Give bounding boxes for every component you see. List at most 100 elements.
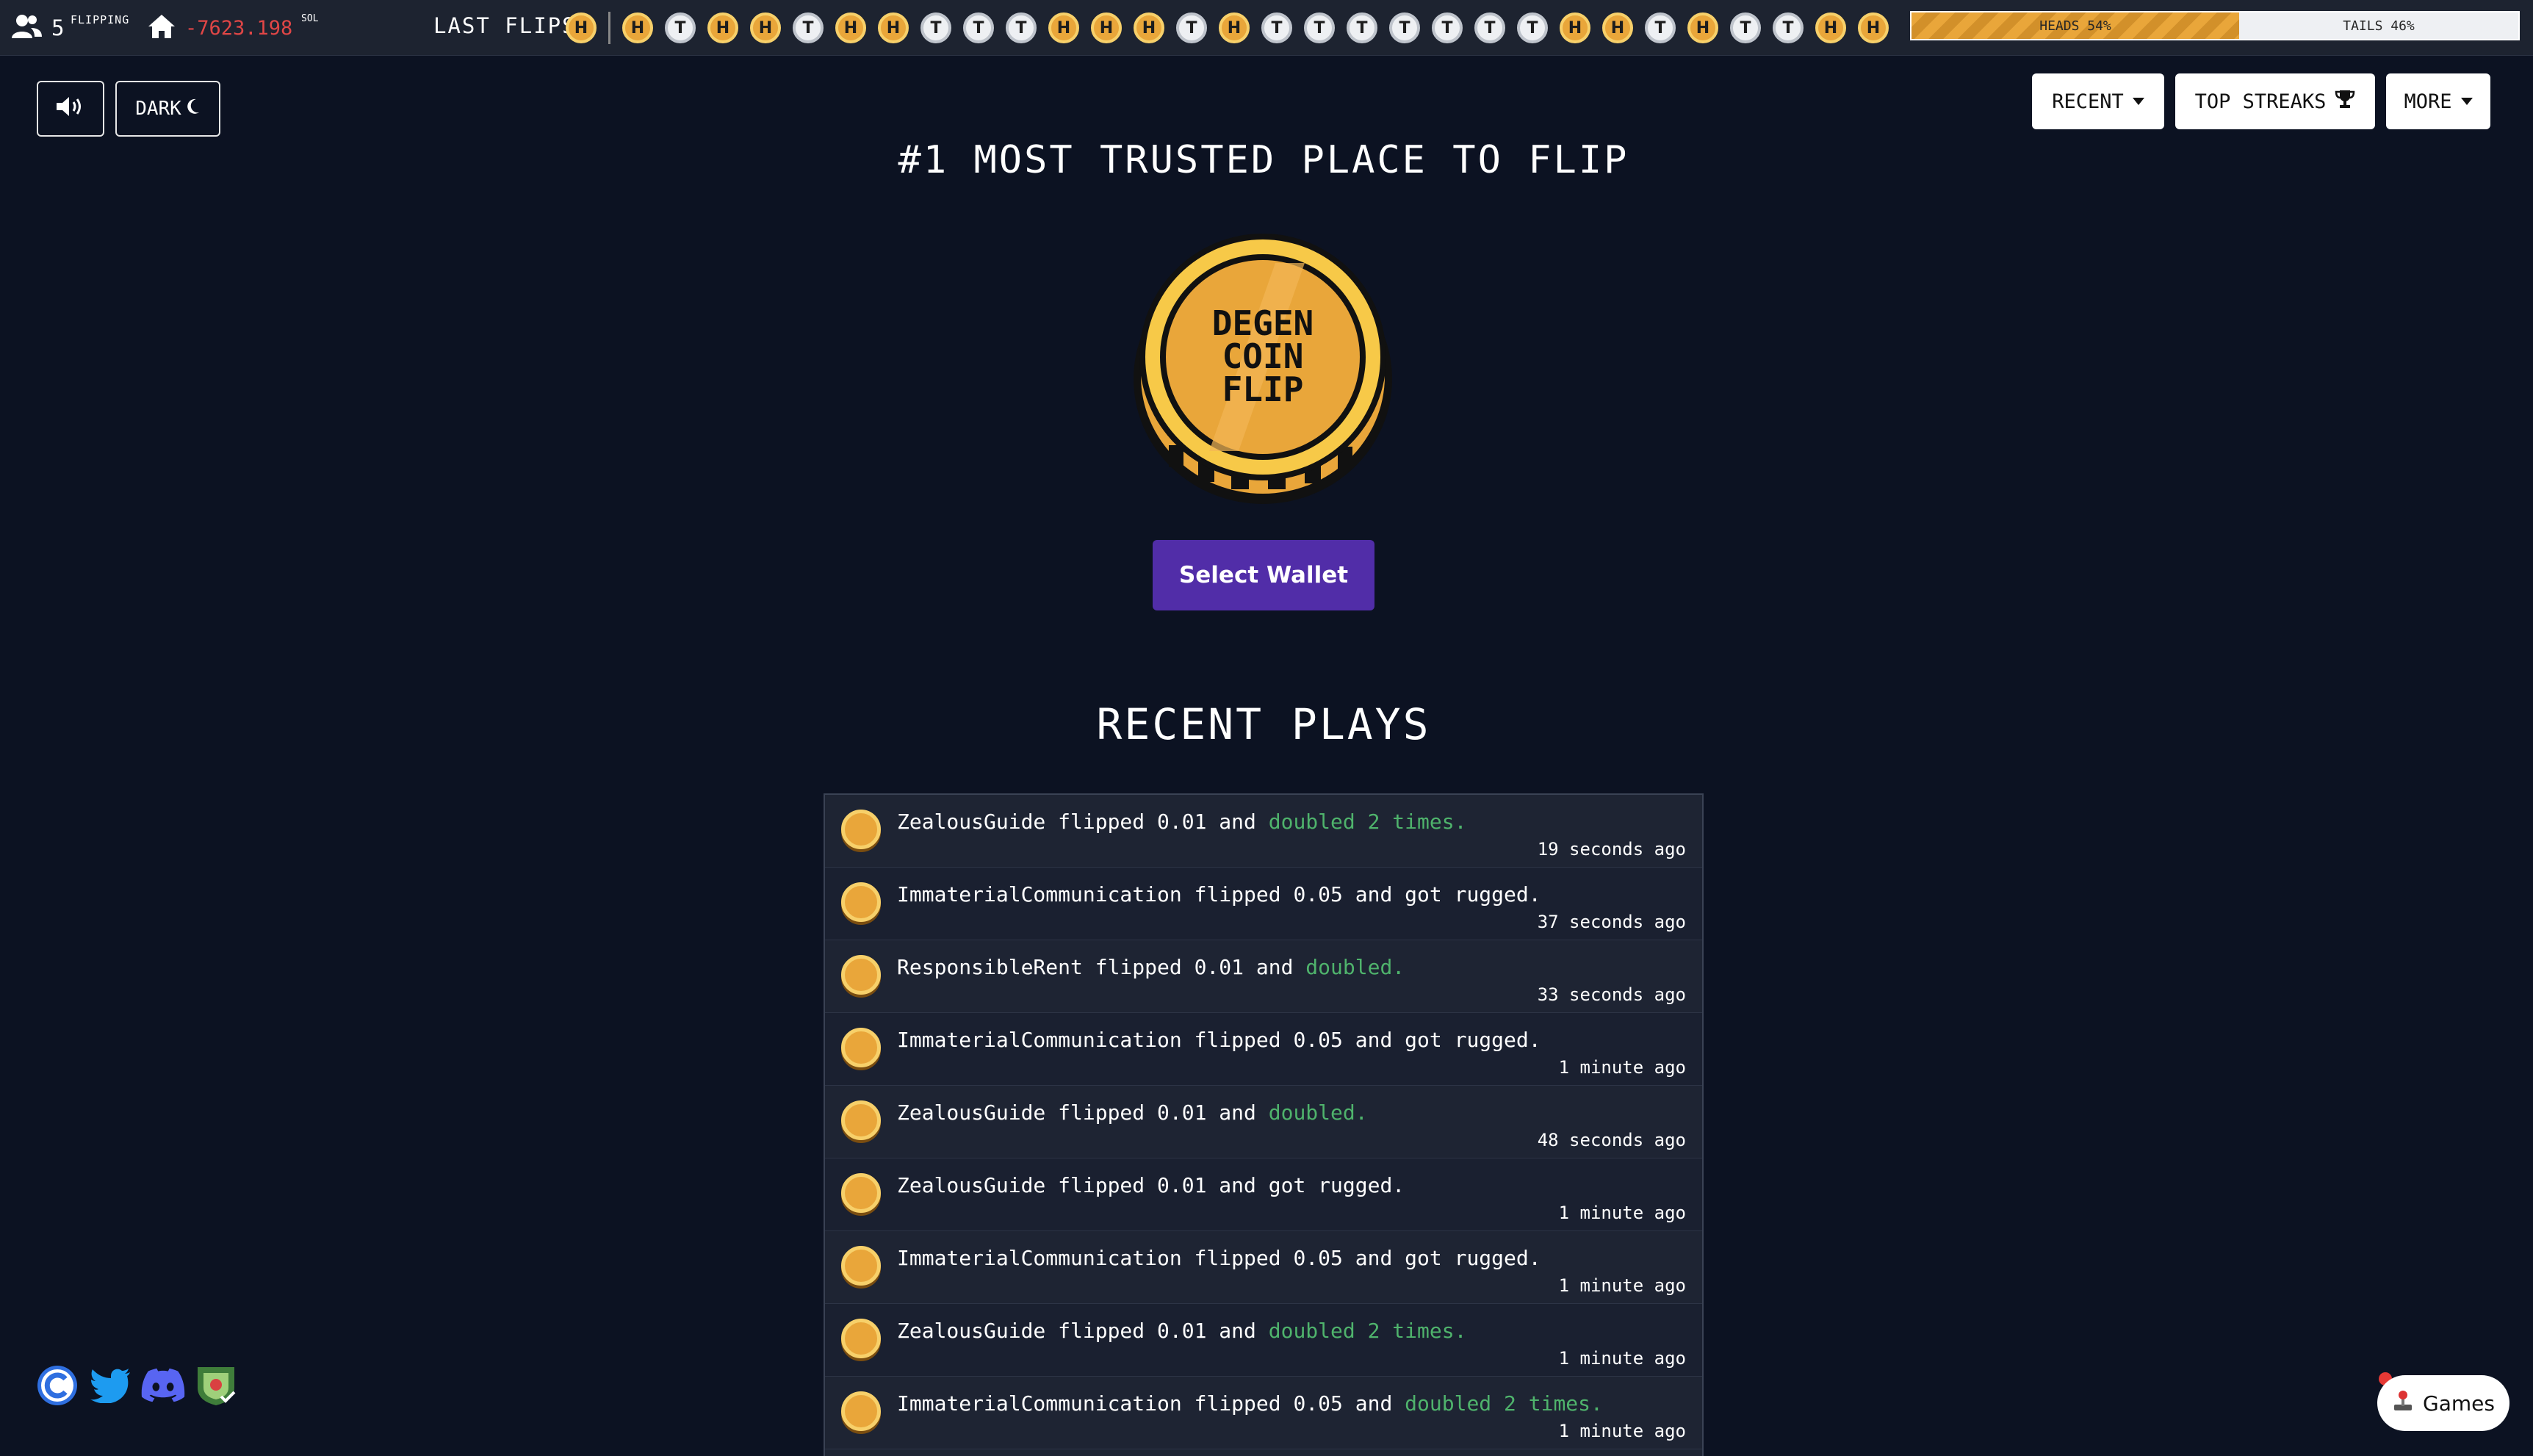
coin-icon — [841, 955, 881, 995]
tails-coin-icon: T — [1645, 12, 1676, 43]
select-wallet-button[interactable]: Select Wallet — [1153, 540, 1374, 610]
play-row: ZealousGuide flipped 0.01 and doubled 2 … — [825, 1304, 1702, 1377]
tails-coin-icon: T — [1389, 12, 1420, 43]
play-text: ImmaterialCommunication flipped 0.05 and… — [897, 1028, 1541, 1052]
play-description: ZealousGuide flipped 0.01 and got rugged… — [897, 1173, 1405, 1197]
joystick-icon — [2392, 1390, 2414, 1417]
heads-coin-icon: H — [1134, 12, 1164, 43]
heads-coin-icon: H — [1602, 12, 1633, 43]
dark-mode-label: DARK — [135, 98, 181, 120]
trophy-icon — [2335, 89, 2355, 115]
tails-coin-icon: T — [1304, 12, 1335, 43]
heads-coin-icon: H — [1091, 12, 1122, 43]
coin-icon — [841, 1319, 881, 1358]
play-text: ImmaterialCommunication flipped 0.05 and… — [897, 882, 1541, 907]
coin-text-flip: FLIP — [1222, 370, 1304, 409]
heads-coin-icon: H — [750, 12, 781, 43]
shield-badge-icon[interactable] — [194, 1363, 238, 1408]
heads-coin-icon: H — [1687, 12, 1718, 43]
more-label: MORE — [2404, 90, 2452, 113]
tails-coin-icon: T — [665, 12, 696, 43]
play-timestamp: 33 seconds ago — [1537, 984, 1686, 1005]
tails-coin-icon: T — [1432, 12, 1463, 43]
tails-coin-icon: T — [1730, 12, 1761, 43]
tails-coin-icon: T — [1773, 12, 1804, 43]
play-description: ImmaterialCommunication flipped 0.05 and… — [897, 1246, 1541, 1270]
play-text: ZealousGuide flipped 0.01 and got rugged… — [897, 1173, 1405, 1197]
coin-icon — [841, 810, 881, 849]
top-streaks-label: TOP STREAKS — [2194, 90, 2327, 113]
play-row: ImmaterialCommunication flipped 0.05 and… — [825, 1013, 1702, 1086]
caret-down-icon — [2132, 98, 2144, 105]
tails-coin-icon: T — [963, 12, 994, 43]
users-icon — [10, 13, 43, 43]
coin-icon — [841, 1173, 881, 1213]
top-streaks-button[interactable]: TOP STREAKS — [2175, 73, 2375, 129]
play-timestamp: 1 minute ago — [1558, 1057, 1686, 1078]
play-text: ImmaterialCommunication flipped 0.05 and… — [897, 1246, 1541, 1270]
heads-coin-icon: H — [1858, 12, 1889, 43]
heads-coin-icon: H — [1815, 12, 1846, 43]
home-icon — [147, 13, 176, 43]
tails-coin-icon: T — [920, 12, 951, 43]
social-links — [35, 1363, 247, 1408]
more-dropdown-button[interactable]: MORE — [2386, 73, 2490, 129]
coin-icon — [841, 1100, 881, 1140]
recent-plays-title: RECENT PLAYS — [1096, 699, 1431, 749]
last-flips-list: HHTHHTHHTTTHHHTHTTTTTTTHHTHTTHH — [566, 10, 1900, 46]
play-timestamp: 1 minute ago — [1558, 1421, 1686, 1441]
last-flips-label: LAST FLIPS — [433, 13, 577, 38]
play-row: ResponsibleRent flipped 0.01 and doubled… — [825, 940, 1702, 1013]
tails-coin-icon: T — [1176, 12, 1207, 43]
coin-icon — [841, 1246, 881, 1286]
caret-down-icon — [2460, 98, 2473, 105]
play-text: ResponsibleRent flipped 0.01 and — [897, 955, 1306, 979]
play-timestamp: 1 minute ago — [1558, 1275, 1686, 1296]
tails-ratio: TAILS 46% — [2239, 12, 2518, 39]
heads-coin-icon: H — [835, 12, 866, 43]
twitter-icon[interactable] — [88, 1363, 132, 1408]
tails-coin-icon: T — [1474, 12, 1505, 43]
play-row: ZealousGuide flipped 0.01 and doubled 2 … — [825, 795, 1702, 868]
recent-label: RECENT — [2052, 90, 2124, 113]
play-row: ZealousGuide flipped 0.01 and doubled. 48… — [825, 1086, 1702, 1158]
moon-icon — [186, 98, 201, 120]
play-timestamp: 1 minute ago — [1558, 1203, 1686, 1223]
play-result: doubled 2 times. — [1268, 1319, 1467, 1343]
balance-value: -7623.198 — [185, 16, 293, 40]
recent-plays-list: ZealousGuide flipped 0.01 and doubled 2 … — [824, 793, 1704, 1456]
dark-mode-toggle-button[interactable]: DARK — [115, 81, 220, 137]
flipping-count: 5 — [51, 15, 65, 40]
play-timestamp: 1 minute ago — [1558, 1348, 1686, 1369]
sound-toggle-button[interactable] — [37, 81, 104, 137]
heads-coin-icon: H — [878, 12, 909, 43]
degen-coin-flip-logo[interactable]: DEGEN COIN FLIP — [1128, 232, 1397, 508]
heads-coin-icon: H — [1048, 12, 1079, 43]
play-timestamp: 48 seconds ago — [1537, 1130, 1686, 1150]
play-row: ImmaterialCommunication flipped 0.05 and… — [825, 1231, 1702, 1304]
discord-icon[interactable] — [141, 1363, 185, 1408]
page-headline: #1 MOST TRUSTED PLACE TO FLIP — [898, 138, 1629, 182]
speaker-icon — [55, 95, 86, 123]
flipping-label: FLIPPING — [71, 13, 130, 26]
play-description: ZealousGuide flipped 0.01 and doubled. — [897, 1100, 1368, 1125]
play-description: ZealousGuide flipped 0.01 and doubled 2 … — [897, 1319, 1466, 1343]
heads-coin-icon: H — [566, 12, 597, 43]
play-result: doubled. — [1305, 955, 1405, 979]
coin-icon — [841, 1028, 881, 1067]
house-balance: -7623.198 SOL — [147, 12, 318, 44]
play-description: ImmaterialCommunication flipped 0.05 and… — [897, 1028, 1541, 1052]
play-result: doubled 2 times. — [1405, 1391, 1603, 1416]
tails-coin-icon: T — [1006, 12, 1037, 43]
tails-coin-icon: T — [1347, 12, 1377, 43]
recent-dropdown-button[interactable]: RECENT — [2032, 73, 2164, 129]
play-timestamp: 37 seconds ago — [1537, 912, 1686, 932]
heads-coin-icon: H — [707, 12, 738, 43]
heads-coin-icon: H — [1560, 12, 1590, 43]
games-button[interactable]: Games — [2377, 1375, 2509, 1431]
play-row: ImmaterialCommunication flipped 0.05 and… — [825, 868, 1702, 940]
games-label: Games — [2423, 1391, 2495, 1416]
play-text: ImmaterialCommunication flipped 0.05 and — [897, 1391, 1405, 1416]
coinflip-logo-icon[interactable] — [35, 1363, 79, 1408]
heads-ratio: HEADS 54% — [1912, 12, 2240, 39]
